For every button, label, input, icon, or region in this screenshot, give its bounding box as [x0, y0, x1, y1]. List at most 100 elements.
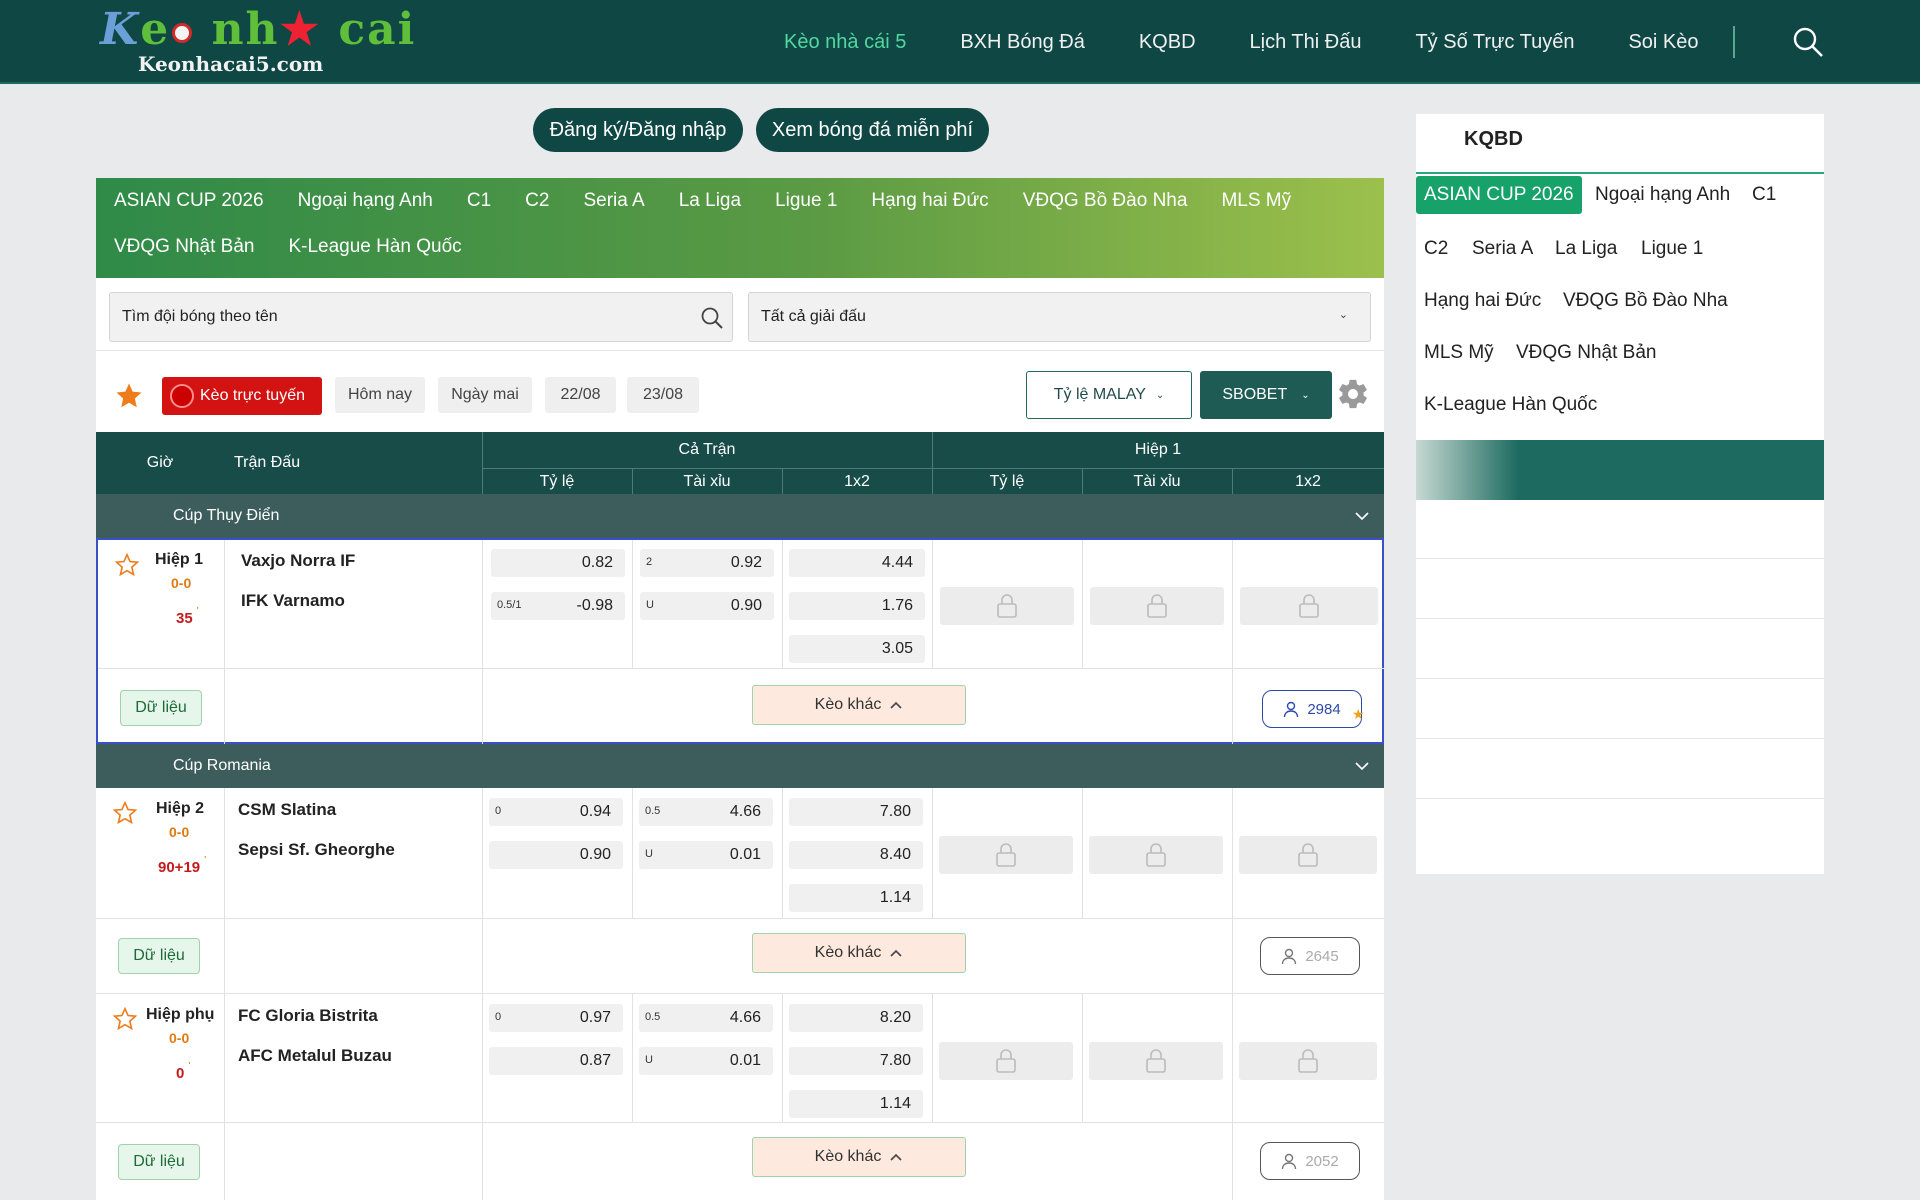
more-odds-button[interactable]: Kèo khác: [752, 1137, 966, 1177]
gear-icon[interactable]: [1336, 377, 1370, 411]
more-odds-button[interactable]: Kèo khác: [752, 685, 966, 725]
odds-cell[interactable]: 8.40: [789, 841, 923, 869]
league-tab[interactable]: Ngoại hạng Anh: [298, 190, 433, 212]
nav-item-lich-thi-dau[interactable]: Lịch Thi Đấu: [1250, 31, 1362, 54]
watch-free-button[interactable]: Xem bóng đá miễn phí: [756, 108, 989, 152]
league-tab[interactable]: MLS Mỹ: [1221, 190, 1291, 212]
day-today[interactable]: Hôm nay: [335, 377, 425, 413]
league-tabs: ASIAN CUP 2026 Ngoại hạng Anh C1 C2 Seri…: [96, 178, 1384, 278]
star-filled-icon[interactable]: [114, 381, 144, 411]
home-team[interactable]: CSM Slatina: [238, 800, 336, 820]
sidebar-tag[interactable]: Hạng hai Đức: [1424, 290, 1541, 312]
search-icon: [701, 307, 723, 329]
more-odds-button[interactable]: Kèo khác: [752, 933, 966, 973]
followers-button[interactable]: 2645: [1260, 937, 1360, 975]
odds-type-select[interactable]: Tỷ lệ MALAY ⌄: [1026, 371, 1192, 419]
day-tomorrow[interactable]: Ngày mai: [438, 377, 532, 413]
odds-cell[interactable]: 0.87: [489, 1047, 623, 1075]
odds-cell[interactable]: 0.5 4.66: [639, 798, 773, 826]
odds-cell[interactable]: 0.5/1 -0.98: [491, 592, 625, 620]
league-select-value: Tất cả giải đấu: [761, 308, 866, 325]
competition-header[interactable]: Cúp Romania: [96, 744, 1384, 788]
odds-cell[interactable]: 0.5 4.66: [639, 1004, 773, 1032]
home-team[interactable]: Vaxjo Norra IF: [241, 551, 355, 571]
odds-cell[interactable]: U 0.01: [639, 1047, 773, 1075]
odds-cell[interactable]: 4.44: [789, 549, 925, 577]
odds-cell[interactable]: 8.20: [789, 1004, 923, 1032]
sidebar-tag[interactable]: C2: [1424, 238, 1448, 260]
sidebar-tag[interactable]: Ngoại hạng Anh: [1595, 184, 1730, 206]
match-data-button[interactable]: Dữ liệu: [118, 1144, 200, 1180]
nav-item-soi-keo[interactable]: Soi Kèo: [1628, 31, 1698, 54]
nav-item-ty-so-truc-tuyen[interactable]: Tỷ Số Trực Tuyến: [1415, 31, 1574, 54]
sidebar-tag[interactable]: MLS Mỹ: [1424, 342, 1494, 364]
odds-cell[interactable]: 0 0.97: [489, 1004, 623, 1032]
odds-cell[interactable]: 0.90: [489, 841, 623, 869]
sidebar-tag[interactable]: Ligue 1: [1641, 238, 1703, 260]
col-half1: Hiệp 1: [1134, 441, 1182, 458]
odds-cell[interactable]: 1.14: [789, 1090, 923, 1118]
league-tab[interactable]: ASIAN CUP 2026: [114, 190, 264, 212]
match-data-button[interactable]: Dữ liệu: [120, 690, 202, 726]
odds-cell[interactable]: 2 0.92: [640, 549, 774, 577]
login-button[interactable]: Đăng ký/Đăng nhập: [533, 108, 743, 152]
away-team[interactable]: AFC Metalul Buzau: [238, 1046, 392, 1066]
league-tab[interactable]: Seria A: [583, 190, 644, 212]
site-logo[interactable]: Ke nh★ cai Keonhacai5.com: [100, 4, 414, 76]
odds-cell[interactable]: 1.76: [789, 592, 925, 620]
sidebar-tag[interactable]: C1: [1752, 184, 1776, 206]
home-team[interactable]: FC Gloria Bistrita: [238, 1006, 378, 1026]
league-tab[interactable]: Hạng hai Đức: [871, 190, 988, 212]
nav-item-keo-nha-cai-5[interactable]: Kèo nhà cái 5: [784, 31, 906, 54]
day-2208[interactable]: 22/08: [545, 377, 616, 413]
league-tab[interactable]: La Liga: [679, 190, 741, 212]
odds-cell[interactable]: 3.05: [789, 635, 925, 663]
sidebar-tag[interactable]: VĐQG Bồ Đào Nha: [1563, 290, 1728, 312]
live-odds-button[interactable]: Kèo trực tuyến: [162, 377, 322, 415]
odds-cell[interactable]: 7.80: [789, 798, 923, 826]
sidebar-tag-asian-cup[interactable]: ASIAN CUP 2026: [1416, 176, 1582, 214]
sidebar-tag[interactable]: Seria A: [1472, 238, 1533, 260]
nav-item-bxh[interactable]: BXH Bóng Đá: [960, 31, 1085, 54]
away-team[interactable]: IFK Varnamo: [241, 591, 345, 611]
sidebar-tag[interactable]: VĐQG Nhật Bản: [1516, 342, 1656, 364]
search-icon[interactable]: [1792, 26, 1824, 58]
star-outline-icon[interactable]: [112, 1006, 138, 1032]
team-search-input[interactable]: Tìm đội bóng theo tên: [109, 292, 733, 342]
league-tab[interactable]: C2: [525, 190, 549, 212]
chevron-up-icon: [890, 1153, 902, 1161]
odds-cell[interactable]: 0.82: [491, 549, 625, 577]
followers-button[interactable]: 2984: [1262, 690, 1362, 728]
sidebar-tag[interactable]: K-League Hàn Quốc: [1424, 394, 1597, 416]
odds-cell[interactable]: 1.14: [789, 884, 923, 912]
competition-name: Cúp Romania: [173, 757, 271, 774]
competition-header[interactable]: Cúp Thụy Điển: [96, 494, 1384, 538]
league-tab[interactable]: K-League Hàn Quốc: [288, 236, 461, 258]
league-tab[interactable]: C1: [467, 190, 491, 212]
odds-table-header: Giờ Trận Đấu Cả Trận Hiệp 1 Tỷ lệ Tài xỉ…: [96, 432, 1384, 494]
day-2308[interactable]: 23/08: [627, 377, 699, 413]
league-tab[interactable]: VĐQG Nhật Bản: [114, 236, 254, 258]
league-select[interactable]: Tất cả giải đấu ⌄: [748, 292, 1371, 342]
odds-cell[interactable]: U 0.01: [639, 841, 773, 869]
col-time: Giờ: [146, 454, 174, 471]
match-data-button[interactable]: Dữ liệu: [118, 938, 200, 974]
bookmaker-select[interactable]: SBOBET ⌄: [1200, 371, 1332, 419]
followers-button[interactable]: 2052: [1260, 1142, 1360, 1180]
chevron-up-icon: [890, 701, 902, 709]
nav-item-kqbd[interactable]: KQBD: [1139, 31, 1196, 54]
lock-icon: [1239, 836, 1377, 874]
star-outline-icon[interactable]: [112, 800, 138, 826]
odds-cell[interactable]: U 0.90: [640, 592, 774, 620]
star-outline-icon[interactable]: [114, 552, 140, 578]
league-tab[interactable]: Ligue 1: [775, 190, 837, 212]
live-dot-icon: [170, 384, 194, 408]
sidebar-tag[interactable]: La Liga: [1555, 238, 1617, 260]
league-tab[interactable]: VĐQG Bồ Đào Nha: [1023, 190, 1188, 212]
away-team[interactable]: Sepsi Sf. Gheorghe: [238, 840, 395, 860]
odds-cell[interactable]: 7.80: [789, 1047, 923, 1075]
odds-cell[interactable]: 0 0.94: [489, 798, 623, 826]
odds-toolbar: Kèo trực tuyến Hôm nay Ngày mai 22/08 23…: [96, 350, 1384, 432]
live-odds-label: Kèo trực tuyến: [200, 387, 305, 404]
match-card: Hiệp 2 0-0 90+19 ' CSM Slatina Sepsi Sf. …: [96, 788, 1384, 994]
